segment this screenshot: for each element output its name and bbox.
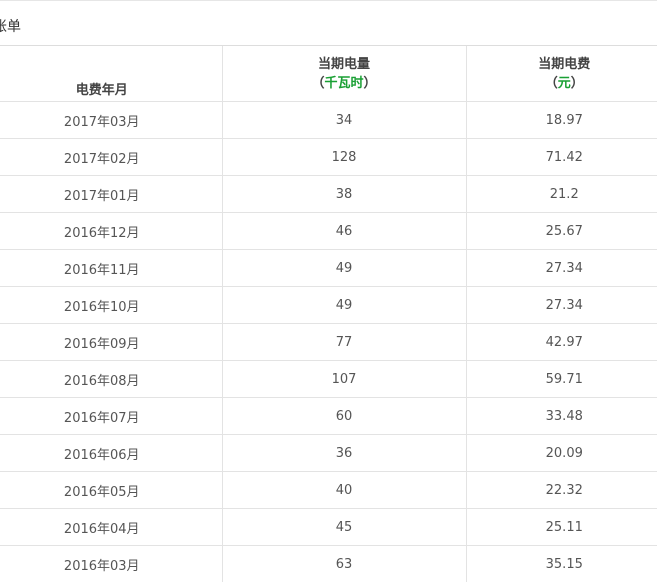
table-row: 2016年12月 46 25.67 <box>0 212 657 250</box>
header-usage-label: 当期电量 <box>317 56 370 72</box>
cell-month: 2016年10月 <box>0 286 222 324</box>
table-row: 2016年10月 49 27.34 <box>0 286 657 324</box>
cell-month: 2016年07月 <box>0 397 222 435</box>
cell-fee: 25.67 <box>465 212 657 250</box>
cell-usage: 38 <box>221 175 466 213</box>
cell-fee: 21.2 <box>465 175 657 213</box>
header-usage-unit: （千瓦时） <box>311 75 377 91</box>
cell-month: 2016年11月 <box>0 249 222 287</box>
cell-usage: 49 <box>221 249 466 287</box>
cell-month: 2017年03月 <box>0 101 222 139</box>
corner-fade <box>617 562 657 582</box>
electricity-bill-table: 电费年月 当期电量 （千瓦时） 当期电费 （元） 2017年03月 34 18.… <box>0 46 657 582</box>
cell-fee: 33.48 <box>465 397 657 435</box>
cell-fee: 27.34 <box>465 286 657 324</box>
cell-month: 2017年02月 <box>0 138 222 176</box>
table-row: 2016年08月 107 59.71 <box>0 360 657 398</box>
cell-fee: 20.09 <box>465 434 657 472</box>
table-row: 2016年07月 60 33.48 <box>0 397 657 435</box>
bill-page: 账单 电费年月 当期电量 （千瓦时） 当期电费 （元） <box>0 0 657 582</box>
header-month: 电费年月 <box>0 46 222 102</box>
header-fee-unit: （元） <box>544 75 584 91</box>
cell-month: 2016年05月 <box>0 471 222 509</box>
table-row: 2016年04月 45 25.11 <box>0 508 657 546</box>
cell-usage: 49 <box>221 286 466 324</box>
cell-usage: 45 <box>221 508 466 546</box>
table-body: 2017年03月 34 18.97 2017年02月 128 71.42 201… <box>0 101 657 582</box>
cell-usage: 128 <box>221 138 466 176</box>
cell-month: 2016年09月 <box>0 323 222 361</box>
cell-fee: 22.32 <box>465 471 657 509</box>
table-row: 2016年05月 40 22.32 <box>0 471 657 509</box>
cell-month: 2016年06月 <box>0 434 222 472</box>
cell-fee: 27.34 <box>465 249 657 287</box>
cell-month: 2017年01月 <box>0 175 222 213</box>
header-row: 电费年月 当期电量 （千瓦时） 当期电费 （元） <box>0 46 657 102</box>
section-title: 账单 <box>0 19 21 35</box>
cell-fee: 59.71 <box>465 360 657 398</box>
cell-fee: 18.97 <box>465 101 657 139</box>
table-row: 2016年06月 36 20.09 <box>0 434 657 472</box>
cell-usage: 107 <box>221 360 466 398</box>
cell-usage: 63 <box>221 545 466 582</box>
table-row: 2016年03月 63 35.15 <box>0 545 657 582</box>
header-fee-label: 当期电费 <box>538 56 591 72</box>
table-row: 2016年11月 49 27.34 <box>0 249 657 287</box>
cell-usage: 40 <box>221 471 466 509</box>
cell-month: 2016年08月 <box>0 360 222 398</box>
cell-month: 2016年03月 <box>0 545 222 582</box>
header-month-label: 电费年月 <box>75 83 128 98</box>
header-usage: 当期电量 （千瓦时） <box>221 46 466 102</box>
table-row: 2016年09月 77 42.97 <box>0 323 657 361</box>
cell-month: 2016年12月 <box>0 212 222 250</box>
cell-fee: 71.42 <box>465 138 657 176</box>
cell-usage: 77 <box>221 323 466 361</box>
table-row: 2017年01月 38 21.2 <box>0 175 657 213</box>
table-row: 2017年02月 128 71.42 <box>0 138 657 176</box>
cell-usage: 60 <box>221 397 466 435</box>
cell-month: 2016年04月 <box>0 508 222 546</box>
top-divider <box>0 0 657 1</box>
table-header: 电费年月 当期电量 （千瓦时） 当期电费 （元） <box>0 46 657 102</box>
header-fee: 当期电费 （元） <box>465 46 657 102</box>
cell-usage: 34 <box>221 101 466 139</box>
cell-fee: 42.97 <box>465 323 657 361</box>
cell-usage: 36 <box>221 434 466 472</box>
cell-usage: 46 <box>221 212 466 250</box>
table-row: 2017年03月 34 18.97 <box>0 101 657 139</box>
cell-fee: 25.11 <box>465 508 657 546</box>
